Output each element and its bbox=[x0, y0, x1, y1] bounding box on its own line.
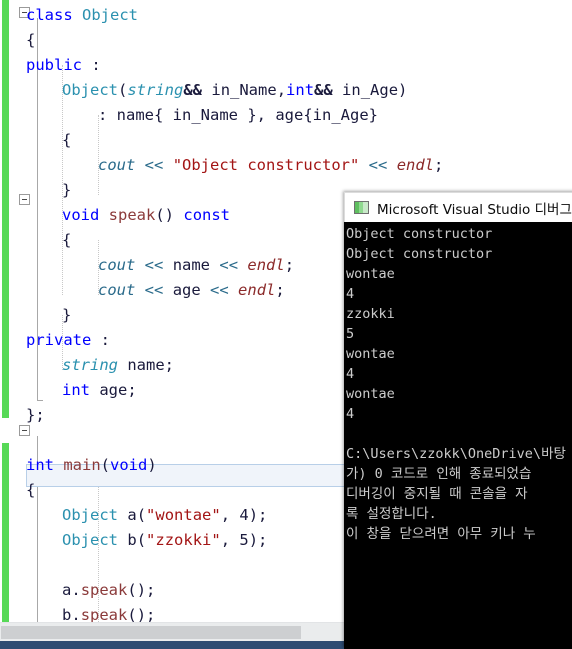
code-line[interactable]: int main(void) bbox=[26, 453, 157, 478]
console-app-icon bbox=[354, 201, 369, 214]
code-line[interactable]: b.speak(); bbox=[26, 603, 155, 622]
console-output[interactable]: Object constructor Object constructor wont… bbox=[344, 222, 572, 649]
console-line: wontae bbox=[346, 386, 395, 402]
console-line: zzokki bbox=[346, 306, 395, 322]
code-line[interactable]: { bbox=[26, 228, 71, 253]
code-line[interactable]: Object(string&& in_Name,int&& in_Age) bbox=[26, 78, 407, 103]
code-line[interactable]: cout << age << endl; bbox=[26, 278, 285, 303]
console-line: wontae bbox=[346, 266, 395, 282]
console-line: 4 bbox=[346, 366, 355, 382]
console-line: 록 설정합니다. bbox=[346, 506, 437, 522]
code-line[interactable]: void speak() const bbox=[26, 203, 230, 228]
code-line[interactable]: { bbox=[26, 128, 71, 153]
horizontal-scrollbar-thumb[interactable] bbox=[1, 626, 301, 639]
console-title-bar[interactable]: Microsoft Visual Studio 디버그 콘솔 bbox=[344, 192, 572, 222]
console-line: 디버깅이 중지될 때 콘솔을 자 bbox=[346, 486, 528, 502]
code-line[interactable]: Object b("zzokki", 5); bbox=[26, 528, 267, 553]
console-line: wontae bbox=[346, 346, 395, 362]
code-line[interactable]: cout << name << endl; bbox=[26, 253, 294, 278]
code-line[interactable]: Object a("wontae", 4); bbox=[26, 503, 267, 528]
console-title-text: Microsoft Visual Studio 디버그 콘솔 bbox=[377, 201, 572, 218]
code-line[interactable]: { bbox=[26, 28, 35, 53]
code-line[interactable]: { bbox=[26, 478, 35, 503]
code-line[interactable]: int age; bbox=[26, 378, 137, 403]
console-line: 4 bbox=[346, 406, 355, 422]
code-line[interactable]: class Object bbox=[26, 3, 138, 28]
code-line[interactable]: } bbox=[26, 178, 71, 203]
console-line: 가) 0 코드로 인해 종료되었습 bbox=[346, 466, 532, 482]
console-line: 4 bbox=[346, 286, 355, 302]
console-line: 5 bbox=[346, 326, 355, 342]
code-line[interactable]: : name{ in_Name }, age{in_Age} bbox=[26, 103, 378, 128]
code-line[interactable]: a.speak(); bbox=[26, 578, 155, 603]
console-line: Object constructor bbox=[346, 246, 493, 262]
code-line[interactable]: string name; bbox=[26, 353, 174, 378]
code-line[interactable]: }; bbox=[26, 403, 45, 428]
code-line[interactable]: } bbox=[26, 303, 71, 328]
debug-console-window[interactable]: Microsoft Visual Studio 디버그 콘솔 Object co… bbox=[344, 192, 572, 649]
console-line: Object constructor bbox=[346, 226, 493, 242]
code-line[interactable]: public : bbox=[26, 53, 101, 78]
console-line: 이 창을 닫으려면 아무 키나 누 bbox=[346, 526, 536, 542]
console-line: C:\Users\zzokk\OneDrive\바탕 bbox=[346, 446, 566, 462]
code-line[interactable]: private : bbox=[26, 328, 110, 353]
code-line[interactable]: cout << "Object constructor" << endl; bbox=[26, 153, 443, 178]
